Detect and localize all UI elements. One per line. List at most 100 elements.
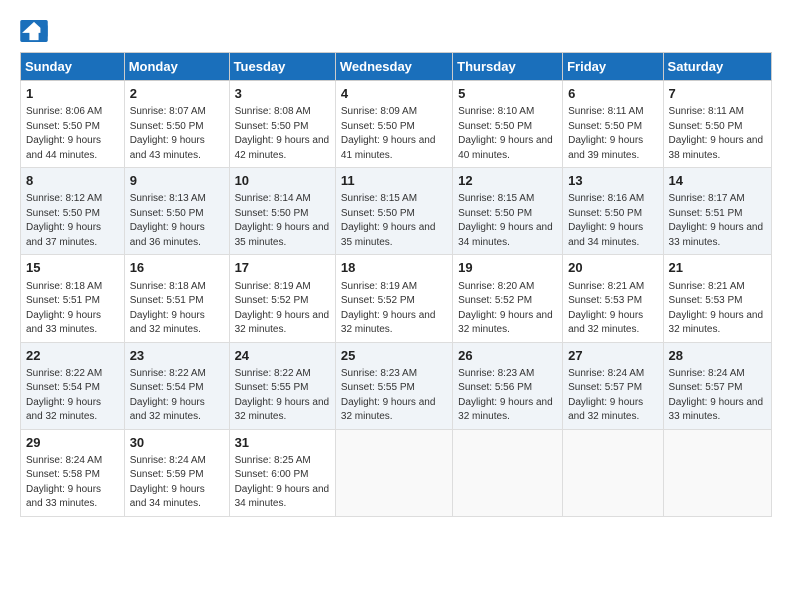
calendar-week-row: 8 Sunrise: 8:12 AMSunset: 5:50 PMDaylight… — [21, 168, 772, 255]
calendar-cell: 12 Sunrise: 8:15 AMSunset: 5:50 PMDayligh… — [453, 168, 563, 255]
day-info: Sunrise: 8:09 AMSunset: 5:50 PMDaylight:… — [341, 105, 447, 163]
calendar-cell: 25 Sunrise: 8:23 AMSunset: 5:55 PMDayligh… — [335, 342, 452, 429]
day-info: Sunrise: 8:16 AMSunset: 5:50 PMDaylight:… — [568, 192, 657, 250]
day-info: Sunrise: 8:19 AMSunset: 5:52 PMDaylight:… — [341, 280, 447, 338]
weekday-header: Wednesday — [335, 53, 452, 81]
day-number: 14 — [669, 172, 766, 190]
weekday-header: Sunday — [21, 53, 125, 81]
day-number: 5 — [458, 85, 557, 103]
day-info: Sunrise: 8:10 AMSunset: 5:50 PMDaylight:… — [458, 105, 557, 163]
calendar-cell: 6Sunrise: 8:11 AMSunset: 5:50 PMDaylight… — [563, 81, 663, 168]
day-number: 31 — [235, 434, 330, 452]
calendar-cell: 8 Sunrise: 8:12 AMSunset: 5:50 PMDaylight… — [21, 168, 125, 255]
calendar-week-row: 29 Sunrise: 8:24 AMSunset: 5:58 PMDayligh… — [21, 429, 772, 516]
day-number: 13 — [568, 172, 657, 190]
day-info: Sunrise: 8:23 AMSunset: 5:56 PMDaylight:… — [458, 367, 557, 425]
calendar-cell — [335, 429, 452, 516]
calendar-cell: 15Sunrise: 8:18 AMSunset: 5:51 PMDayligh… — [21, 255, 125, 342]
day-number: 25 — [341, 347, 447, 365]
day-number: 24 — [235, 347, 330, 365]
day-number: 11 — [341, 172, 447, 190]
day-number: 23 — [130, 347, 224, 365]
calendar-cell: 5 Sunrise: 8:10 AMSunset: 5:50 PMDaylight… — [453, 81, 563, 168]
day-info: Sunrise: 8:22 AMSunset: 5:54 PMDaylight:… — [26, 367, 119, 425]
day-number: 12 — [458, 172, 557, 190]
weekday-header: Thursday — [453, 53, 563, 81]
day-info: Sunrise: 8:08 AMSunset: 5:50 PMDaylight:… — [235, 105, 330, 163]
day-info: Sunrise: 8:18 AMSunset: 5:51 PMDaylight:… — [130, 280, 224, 338]
day-number: 30 — [130, 434, 224, 452]
calendar-cell: 20 Sunrise: 8:21 AMSunset: 5:53 PMDayligh… — [563, 255, 663, 342]
calendar-cell: 9 Sunrise: 8:13 AMSunset: 5:50 PMDaylight… — [124, 168, 229, 255]
calendar-cell — [663, 429, 771, 516]
calendar-cell: 18Sunrise: 8:19 AMSunset: 5:52 PMDayligh… — [335, 255, 452, 342]
day-number: 20 — [568, 259, 657, 277]
day-number: 29 — [26, 434, 119, 452]
day-number: 9 — [130, 172, 224, 190]
calendar-cell: 21 Sunrise: 8:21 AMSunset: 5:53 PMDayligh… — [663, 255, 771, 342]
weekday-header: Saturday — [663, 53, 771, 81]
day-info: Sunrise: 8:25 AMSunset: 6:00 PMDaylight:… — [235, 454, 330, 512]
day-info: Sunrise: 8:24 AMSunset: 5:59 PMDaylight:… — [130, 454, 224, 512]
calendar-cell: 19Sunrise: 8:20 AMSunset: 5:52 PMDayligh… — [453, 255, 563, 342]
weekday-header: Friday — [563, 53, 663, 81]
day-number: 10 — [235, 172, 330, 190]
calendar-cell: 11 Sunrise: 8:15 AMSunset: 5:50 PMDayligh… — [335, 168, 452, 255]
calendar-week-row: 15 Sunrise: 8:18 AMSunset: 5:51 PMDayligh… — [21, 255, 772, 342]
calendar-week-row: 22 Sunrise: 8:22 AMSunset: 5:54 PMDayligh… — [21, 342, 772, 429]
day-info: Sunrise: 8:22 AMSunset: 5:55 PMDaylight:… — [235, 367, 330, 425]
day-info: Sunrise: 8:23 AMSunset: 5:55 PMDaylight:… — [341, 367, 447, 425]
day-number: 27 — [568, 347, 657, 365]
calendar-cell: 23 Sunrise: 8:22 AMSunset: 5:54 PMDayligh… — [124, 342, 229, 429]
calendar-cell: 29 Sunrise: 8:24 AMSunset: 5:58 PMDayligh… — [21, 429, 125, 516]
day-number: 6 — [568, 85, 657, 103]
day-number: 28 — [669, 347, 766, 365]
day-info: Sunrise: 8:19 AMSunset: 5:52 PMDaylight:… — [235, 280, 330, 338]
day-info: Sunrise: 8:15 AMSunset: 5:50 PMDaylight:… — [341, 192, 447, 250]
day-number: 7 — [669, 85, 766, 103]
day-number: 3 — [235, 85, 330, 103]
calendar-cell: 14Sunrise: 8:17 AMSunset: 5:51 PMDayligh… — [663, 168, 771, 255]
calendar-cell: 2 Sunrise: 8:07 AMSunset: 5:50 PMDaylight… — [124, 81, 229, 168]
calendar-cell: 7 Sunrise: 8:11 AMSunset: 5:50 PMDaylight… — [663, 81, 771, 168]
calendar-cell — [563, 429, 663, 516]
day-number: 19 — [458, 259, 557, 277]
weekday-header: Monday — [124, 53, 229, 81]
day-info: Sunrise: 8:14 AMSunset: 5:50 PMDaylight:… — [235, 192, 330, 250]
calendar-cell: 3 Sunrise: 8:08 AMSunset: 5:50 PMDaylight… — [229, 81, 335, 168]
day-number: 15 — [26, 259, 119, 277]
day-number: 26 — [458, 347, 557, 365]
day-info: Sunrise: 8:11 AMSunset: 5:50 PMDaylight:… — [669, 105, 766, 163]
day-info: Sunrise: 8:06 AMSunset: 5:50 PMDaylight:… — [26, 105, 119, 163]
calendar-cell — [453, 429, 563, 516]
calendar-cell: 1Sunrise: 8:06 AMSunset: 5:50 PMDaylight… — [21, 81, 125, 168]
day-info: Sunrise: 8:21 AMSunset: 5:53 PMDaylight:… — [568, 280, 657, 338]
day-number: 21 — [669, 259, 766, 277]
day-number: 8 — [26, 172, 119, 190]
calendar-cell: 28 Sunrise: 8:24 AMSunset: 5:57 PMDayligh… — [663, 342, 771, 429]
calendar-cell: 27Sunrise: 8:24 AMSunset: 5:57 PMDayligh… — [563, 342, 663, 429]
day-number: 2 — [130, 85, 224, 103]
calendar-cell: 26 Sunrise: 8:23 AMSunset: 5:56 PMDayligh… — [453, 342, 563, 429]
calendar-cell: 24 Sunrise: 8:22 AMSunset: 5:55 PMDayligh… — [229, 342, 335, 429]
calendar-cell: 13 Sunrise: 8:16 AMSunset: 5:50 PMDayligh… — [563, 168, 663, 255]
header — [20, 20, 772, 42]
day-info: Sunrise: 8:13 AMSunset: 5:50 PMDaylight:… — [130, 192, 224, 250]
logo — [20, 20, 52, 42]
day-info: Sunrise: 8:07 AMSunset: 5:50 PMDaylight:… — [130, 105, 224, 163]
calendar-cell: 30 Sunrise: 8:24 AMSunset: 5:59 PMDayligh… — [124, 429, 229, 516]
calendar-table: SundayMondayTuesdayWednesdayThursdayFrid… — [20, 52, 772, 517]
calendar-cell: 22 Sunrise: 8:22 AMSunset: 5:54 PMDayligh… — [21, 342, 125, 429]
day-info: Sunrise: 8:24 AMSunset: 5:57 PMDaylight:… — [669, 367, 766, 425]
day-info: Sunrise: 8:21 AMSunset: 5:53 PMDaylight:… — [669, 280, 766, 338]
calendar-cell: 10 Sunrise: 8:14 AMSunset: 5:50 PMDayligh… — [229, 168, 335, 255]
day-info: Sunrise: 8:15 AMSunset: 5:50 PMDaylight:… — [458, 192, 557, 250]
day-info: Sunrise: 8:22 AMSunset: 5:54 PMDaylight:… — [130, 367, 224, 425]
logo-icon — [20, 20, 48, 42]
calendar-cell: 16Sunrise: 8:18 AMSunset: 5:51 PMDayligh… — [124, 255, 229, 342]
day-info: Sunrise: 8:24 AMSunset: 5:58 PMDaylight:… — [26, 454, 119, 512]
day-info: Sunrise: 8:12 AMSunset: 5:50 PMDaylight:… — [26, 192, 119, 250]
calendar-cell: 31 Sunrise: 8:25 AMSunset: 6:00 PMDayligh… — [229, 429, 335, 516]
day-number: 22 — [26, 347, 119, 365]
day-number: 17 — [235, 259, 330, 277]
